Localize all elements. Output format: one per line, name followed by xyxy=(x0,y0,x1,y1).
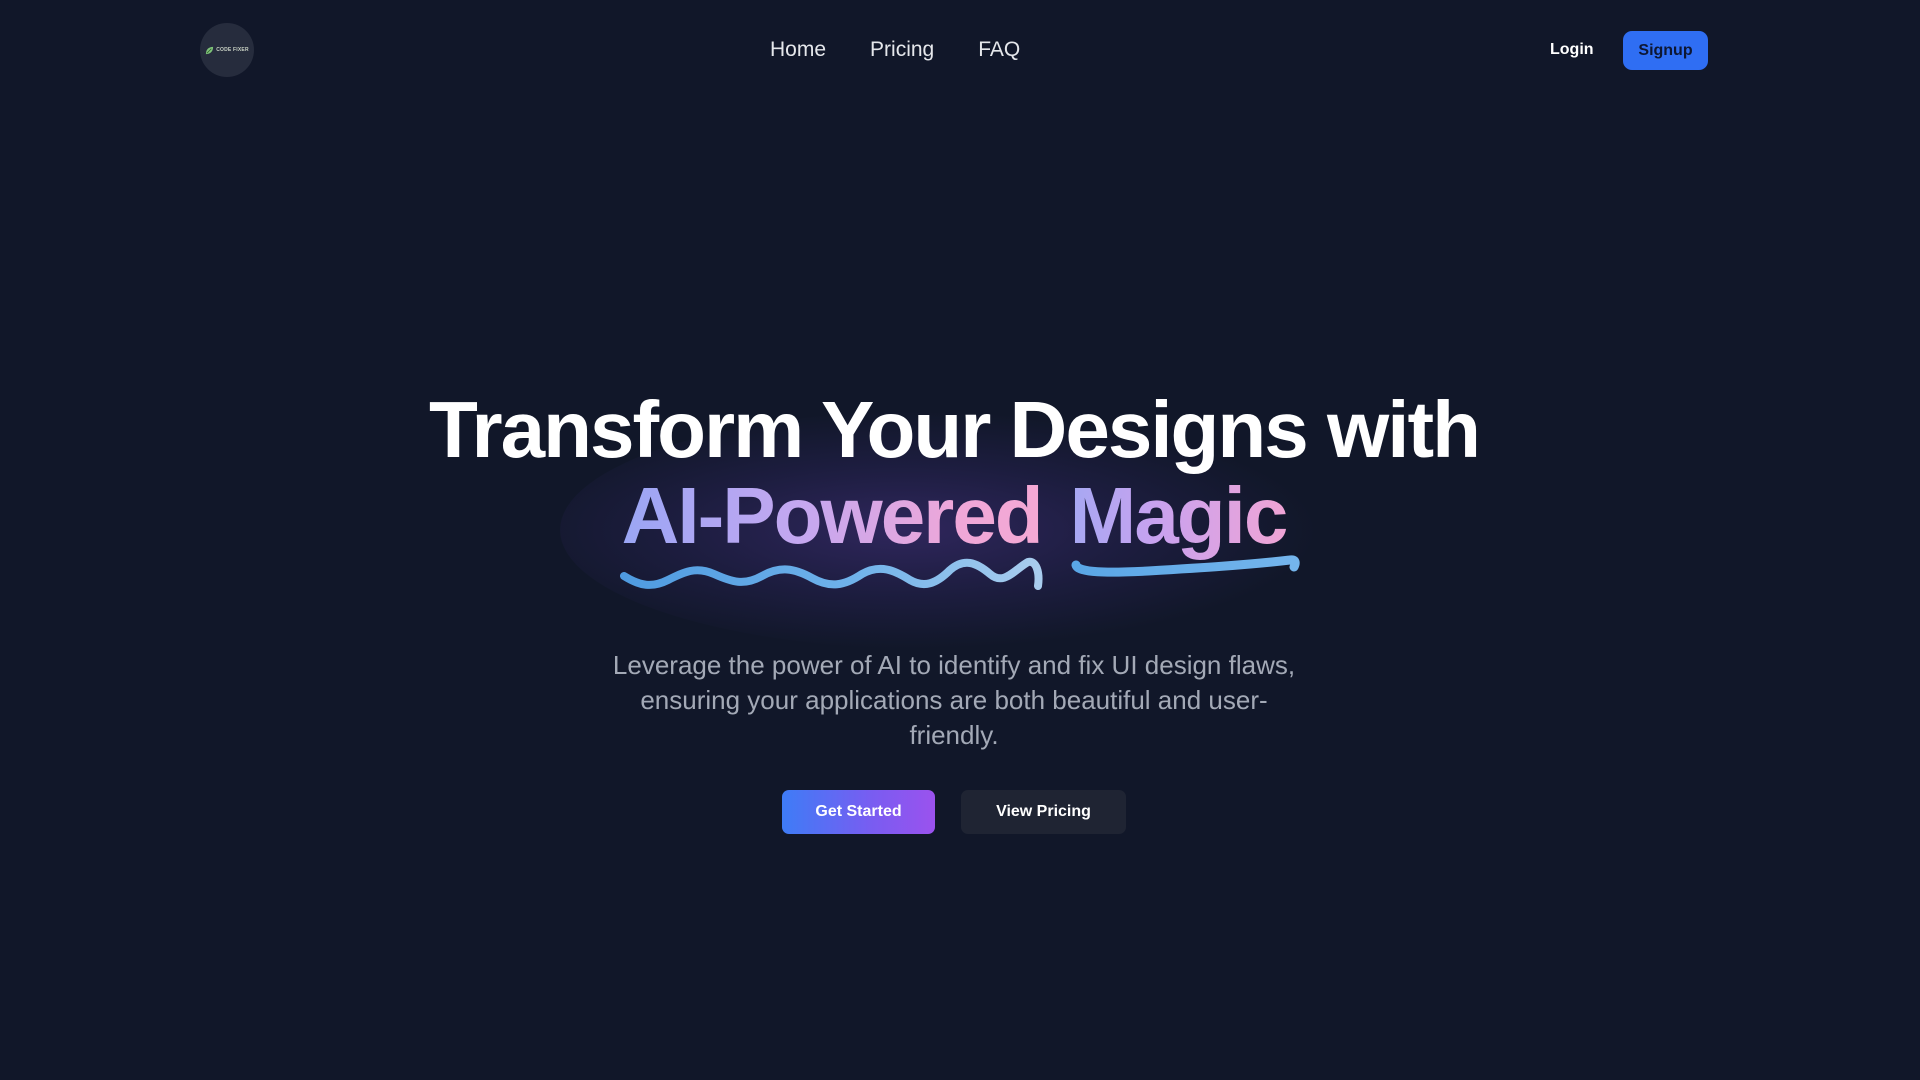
logo-mark: CODE FIXER xyxy=(205,46,249,55)
hero-title-word-ai-powered: AI-Powered xyxy=(621,471,1044,560)
hero-cta-row: Get Started View Pricing xyxy=(782,790,1126,834)
nav-link-pricing[interactable]: Pricing xyxy=(870,36,934,64)
hero-subtitle: Leverage the power of AI to identify and… xyxy=(612,650,1296,750)
view-pricing-button[interactable]: View Pricing xyxy=(961,790,1126,834)
logo[interactable]: CODE FIXER xyxy=(200,23,254,77)
login-button[interactable]: Login xyxy=(1538,30,1606,70)
brush-underline-icon xyxy=(1071,555,1300,577)
hero-title-line2: AI-Powered Magic xyxy=(0,466,1908,566)
nav-link-faq[interactable]: FAQ xyxy=(978,36,1020,64)
hero-title-line1: Transform Your Designs with xyxy=(429,385,1481,474)
logo-text: CODE FIXER xyxy=(216,47,249,53)
top-navigation: CODE FIXER Home Pricing FAQ Login Signup xyxy=(0,0,1920,100)
leaf-logo-icon xyxy=(206,46,214,54)
wavy-underline-icon xyxy=(620,557,1043,590)
get-started-button[interactable]: Get Started xyxy=(782,790,935,834)
main-nav-links: Home Pricing FAQ xyxy=(770,36,1020,64)
signup-button[interactable]: Signup xyxy=(1623,31,1708,70)
nav-link-home[interactable]: Home xyxy=(770,36,826,64)
